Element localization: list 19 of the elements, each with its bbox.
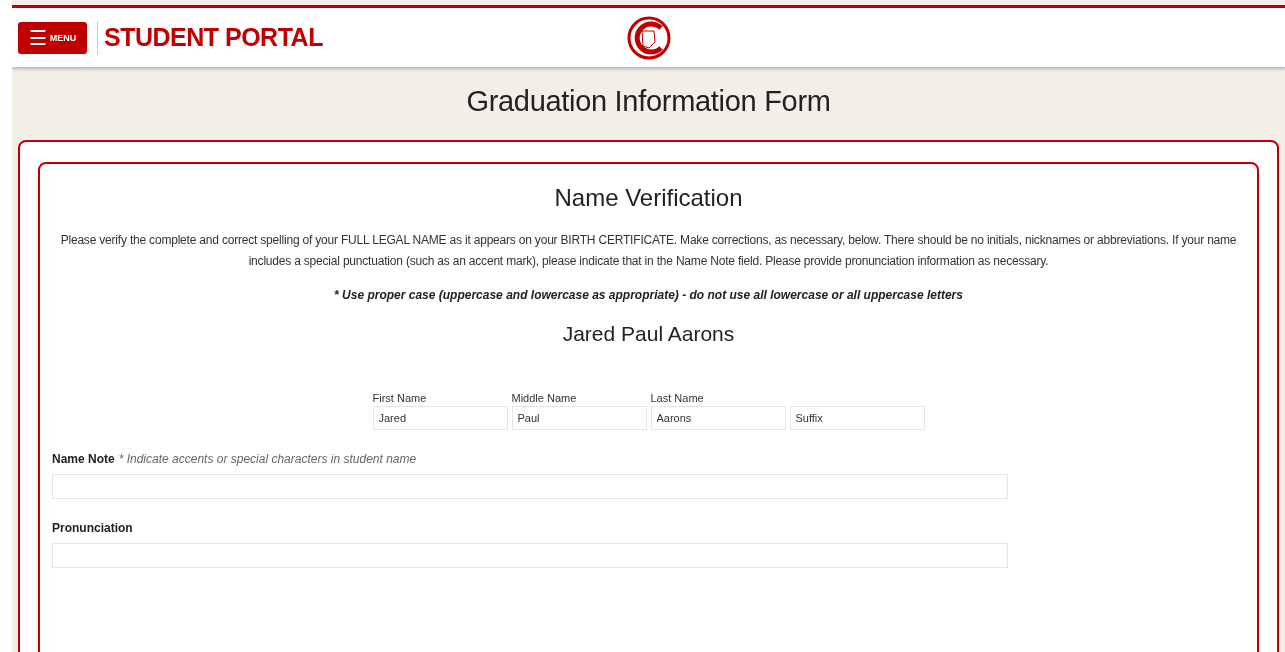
case-note: * Use proper case (uppercase and lowercase as appropriate) - do not use all lowercase or all uppercase letters bbox=[333, 288, 964, 302]
page-title: Graduation Information Form bbox=[465, 84, 832, 119]
field-label: Pronunciation bbox=[52, 521, 133, 535]
section-title: Name Verification bbox=[553, 184, 744, 212]
full-name: Jared Paul Aarons bbox=[561, 322, 736, 346]
logo-icon bbox=[627, 16, 671, 60]
instructions-text: Please verify the complete and correct spelling of your FULL LEGAL NAME as it appears on your BIRTH CERTIFICATE. Make corrections, as necessary, below. There should be no initials, nicknames or abbreviations. If your name includes a special punctuation (such as an accent mark), please indicate that in the Name Note field. Please provide pronunciation information as necessary. bbox=[59, 232, 1238, 270]
input-field[interactable]: Aarons bbox=[650, 406, 786, 430]
input-field[interactable]: Jared bbox=[372, 406, 508, 430]
input-field[interactable] bbox=[52, 543, 1008, 568]
input-field[interactable] bbox=[52, 474, 1008, 499]
field-label: First Name bbox=[372, 392, 428, 406]
field-hint: * Indicate accents or special characters in student name bbox=[118, 452, 417, 466]
input-field[interactable]: Paul bbox=[511, 406, 647, 430]
field-label: Name Note bbox=[52, 452, 115, 466]
field-label: Middle Name bbox=[511, 392, 578, 406]
field-label: Last Name bbox=[650, 392, 705, 406]
portal-title: STUDENT PORTAL bbox=[104, 23, 323, 52]
input-field[interactable]: Suffix bbox=[789, 406, 925, 430]
